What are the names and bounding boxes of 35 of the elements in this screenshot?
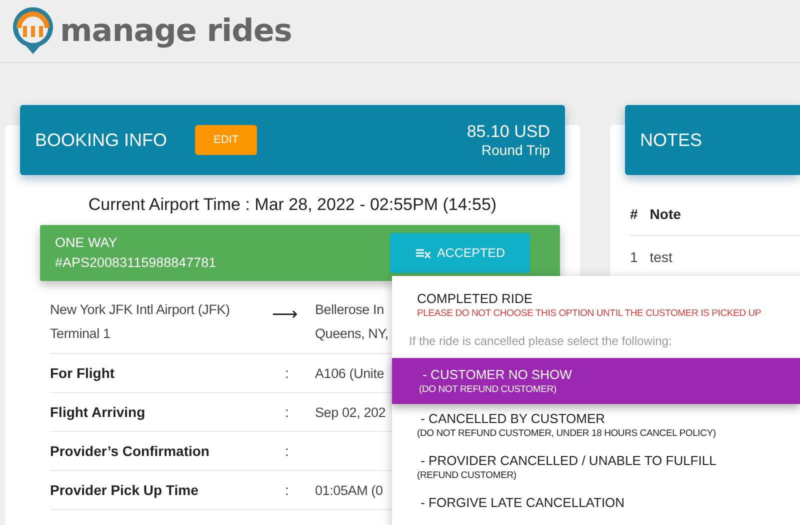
column-header: # (630, 206, 638, 222)
notes-title: NOTES (640, 130, 702, 150)
colon: : (285, 443, 290, 459)
detail-value: 01:05AM (0 (315, 482, 383, 498)
detail-label: Provider’s Confirmation (50, 443, 210, 459)
pickup-place: New York JFK Intl Airport (JFK) (50, 301, 231, 319)
menu-option[interactable]: - FORGIVE LATE CANCELLATION (392, 488, 800, 517)
ride-type: ONE WAY (55, 234, 118, 252)
menu-option[interactable]: COMPLETED RIDE PLEASE DO NOT CHOOSE THIS OPTION UNTIL THE CUSTOMER IS PICKED UP (392, 284, 800, 326)
detail-label: Provider Pick Up Time (50, 482, 200, 498)
trip-type: Round Trip (482, 142, 550, 158)
menu-option[interactable]: - CANCELLED BY CUSTOMER (DO NOT REFUND CUSTOMER, UNDER 18 HOURS CANCEL POLICY) (392, 404, 800, 446)
pickup-place: Terminal 1 (50, 325, 112, 343)
dropoff-place: Queens, NY, (315, 325, 388, 343)
airport-time: Current Airport Time : Mar 28, 2022 - 02:55PM (14:55) (87, 195, 498, 215)
detail-label: Flight Arriving (50, 404, 146, 420)
menu-option[interactable]: - CUSTOMER NO SHOW (DO NOT REFUND CUSTOMER) (392, 358, 800, 404)
booking-id: #APS20083115988847781 (55, 254, 216, 272)
table-cell: test (650, 249, 672, 265)
colon: : (285, 365, 290, 381)
price: 85.10 USD (466, 122, 550, 142)
detail-label: For Flight (50, 365, 116, 381)
detail-value: Sep 02, 202 (315, 404, 386, 420)
colon: : (285, 404, 290, 420)
booking-title: BOOKING INFO (35, 130, 168, 150)
arrow: ⟶ (272, 303, 299, 326)
column-header: Note (650, 206, 681, 222)
dropoff-place: Bellerose In (315, 301, 385, 319)
brand-name: manage rides (60, 13, 292, 49)
detail-value: A106 (Unite (315, 366, 384, 380)
list-cross-icon (414, 247, 431, 259)
menu-hint: If the ride is cancelled please select the following: (408, 333, 673, 350)
menu-option[interactable]: - PROVIDER CANCELLED / UNABLE TO FULFILL (REFUND CUSTOMER) (392, 446, 800, 488)
colon: : (285, 482, 290, 498)
table-cell: 1 (630, 249, 638, 265)
